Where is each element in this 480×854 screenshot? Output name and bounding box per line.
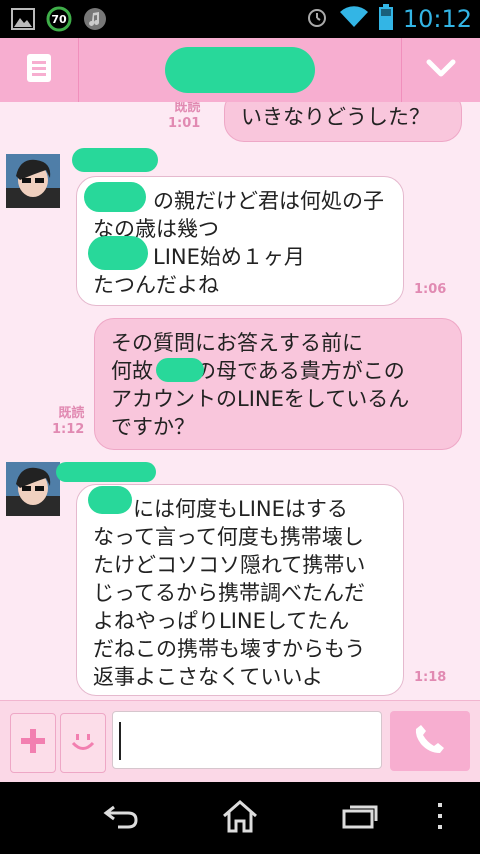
recent-apps-button[interactable]: [330, 798, 390, 838]
music-icon: [82, 6, 108, 32]
redaction-mark: [156, 358, 204, 382]
redaction-mark: [84, 182, 146, 212]
message-line: じってるから携帯調べたんだ: [93, 581, 365, 605]
overflow-menu-button[interactable]: [420, 798, 460, 838]
menu-icon: [25, 53, 53, 87]
alarm-icon: [305, 5, 329, 33]
message-line: たけどコソコソ隠れて携帯い: [93, 553, 366, 577]
message-line: だねこの携帯も壊すからもう: [93, 637, 366, 661]
redaction-mark: [165, 47, 315, 93]
message-bubble-incoming[interactable]: には何度もLINEはする なって言って何度も携帯壊し たけどコソコソ隠れて携帯い…: [76, 484, 404, 696]
navigation-bar: [0, 782, 480, 854]
chat-area[interactable]: 既読 1:01 いきなりどうした？ の親だけど君は何処の子 なの歳は幾つ LIN…: [0, 102, 480, 700]
redaction-mark: [88, 236, 148, 270]
message-time: 1:06: [414, 282, 447, 297]
message-time: 1:12: [52, 422, 85, 437]
battery-badge-text: 70: [51, 12, 67, 26]
add-button[interactable]: [10, 713, 56, 773]
chat-header: [0, 38, 480, 102]
menu-button[interactable]: [0, 38, 79, 102]
status-time: 10:12: [402, 5, 472, 33]
back-button[interactable]: [90, 798, 150, 838]
message-line: その質問にお答えする前に: [111, 331, 363, 355]
message-line: アカウントのLINEをしているん: [111, 387, 410, 411]
call-button[interactable]: [390, 711, 470, 771]
recent-apps-icon: [340, 801, 380, 835]
input-bar: [0, 700, 480, 783]
battery-icon: [378, 4, 393, 34]
status-right-icons: 10:12: [305, 4, 472, 34]
message-bubble-outgoing[interactable]: いきなりどうした？: [224, 102, 462, 142]
overflow-menu-icon: [435, 802, 445, 834]
smiley-icon: [68, 726, 98, 760]
message-line: いきなりどうした？: [241, 105, 430, 129]
message-time: 1:01: [168, 116, 201, 131]
read-label: 既読: [174, 102, 201, 115]
wifi-icon: [339, 5, 369, 33]
back-icon: [100, 801, 140, 835]
message-input[interactable]: [112, 711, 382, 769]
read-label: 既読: [58, 406, 85, 421]
message-time: 1:18: [414, 670, 447, 685]
read-receipt: 既読 1:12: [52, 406, 84, 438]
avatar[interactable]: [6, 462, 60, 516]
status-left-icons: 70: [10, 6, 108, 32]
message-line: ですか？: [111, 415, 195, 439]
message-line: 返事よこさなくていいよ: [93, 665, 323, 689]
battery-saver-icon: 70: [46, 6, 72, 32]
sender-name-redacted: [72, 148, 158, 172]
avatar[interactable]: [6, 154, 60, 208]
message-line: には何度もLINEはする: [133, 497, 348, 521]
chevron-down-icon: [426, 58, 456, 82]
home-button[interactable]: [210, 798, 270, 838]
emoji-button[interactable]: [60, 713, 106, 773]
message-line: たつんだよね: [93, 273, 219, 297]
status-bar: 70 10:12: [0, 0, 480, 38]
read-receipt: 既読 1:01: [168, 102, 200, 132]
message-line: よねやっぱりLINEしてたん: [93, 609, 350, 633]
plus-icon: [19, 727, 47, 759]
message-bubble-outgoing[interactable]: その質問にお答えする前に 何故 の母である貴方がこの アカウントのLINEをして…: [94, 318, 462, 450]
sender-name-redacted: [56, 462, 156, 482]
collapse-button[interactable]: [401, 38, 480, 102]
phone-icon: [413, 722, 447, 760]
text-caret: [119, 722, 121, 760]
message-line: なって言って何度も携帯壊し: [93, 525, 364, 549]
home-icon: [221, 799, 259, 837]
image-icon: [10, 6, 36, 32]
redaction-mark: [88, 486, 132, 514]
chat-title-redacted: [78, 38, 402, 102]
